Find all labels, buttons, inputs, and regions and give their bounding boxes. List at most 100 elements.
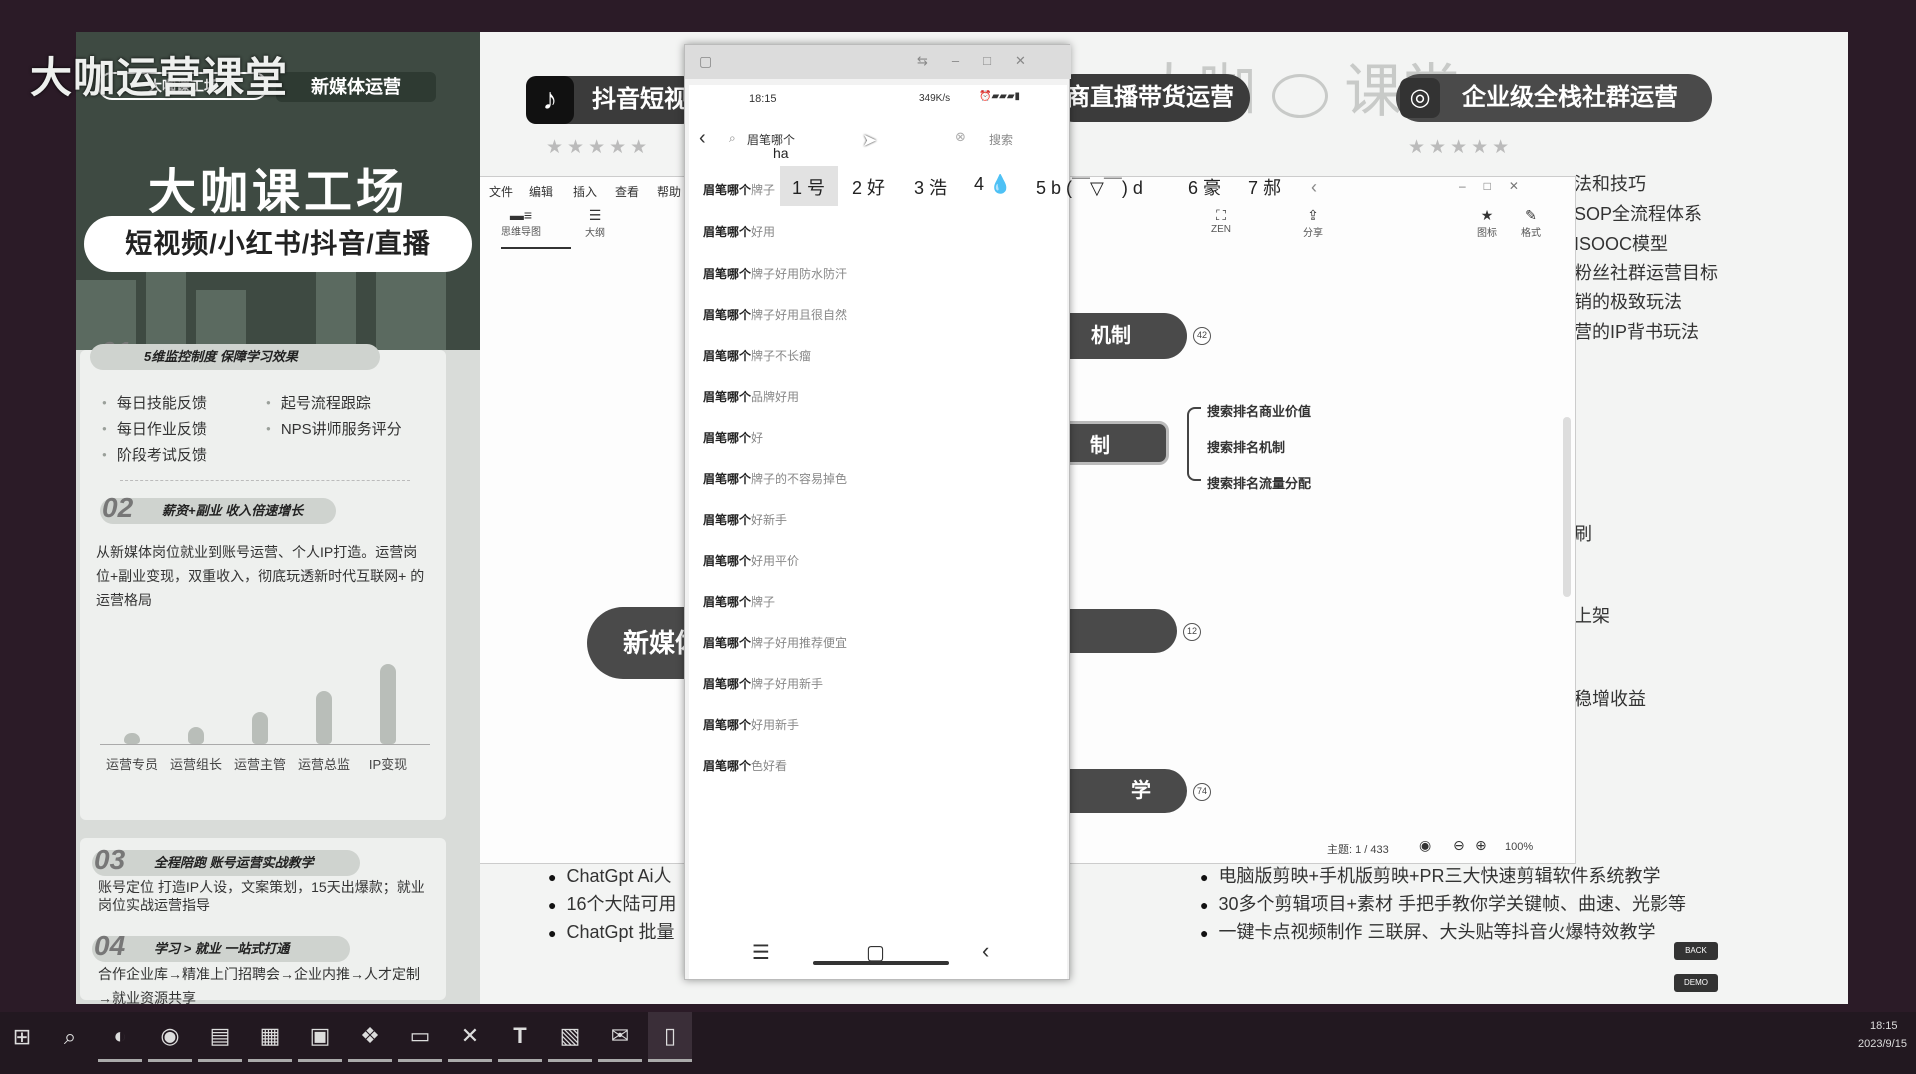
- section-title: 学习 > 就业 一站式打通: [92, 936, 350, 962]
- suggestion-match: 眉笔哪个: [703, 513, 752, 527]
- app-icon[interactable]: ✕: [448, 1012, 492, 1062]
- leaf-node[interactable]: 搜索排名机制: [1207, 437, 1285, 456]
- suggestion-item[interactable]: 眉笔哪个色好看: [703, 757, 787, 774]
- suggestion-item[interactable]: 眉笔哪个品牌好用: [703, 388, 799, 405]
- tool-icon[interactable]: ★ 图标: [1467, 207, 1507, 239]
- menu-file[interactable]: 文件: [489, 183, 513, 200]
- typora-icon[interactable]: T: [498, 1012, 542, 1062]
- poster-brand-tag: 新媒体运营: [276, 72, 436, 102]
- suggestion-rest: 牌子: [751, 183, 776, 197]
- bullet-item: 阶段考试反馈: [102, 444, 207, 465]
- suggestion-item[interactable]: 眉笔哪个牌子不长瘤: [703, 347, 811, 364]
- suggestion-item[interactable]: 眉笔哪个牌子好用新手: [703, 675, 823, 692]
- zoom-in-button[interactable]: ⊕: [1475, 837, 1487, 854]
- ime-candidate[interactable]: 3 浩: [914, 174, 947, 200]
- banner-community-label: 企业级全栈社群运营: [1462, 84, 1678, 111]
- tool-zen[interactable]: ⛶ ZEN: [1201, 207, 1241, 235]
- clear-icon[interactable]: ⊗: [955, 129, 966, 145]
- clock-date[interactable]: 2023/9/15: [1858, 1038, 1907, 1050]
- back-arrow-icon[interactable]: ‹: [699, 127, 706, 150]
- leaf-node[interactable]: 搜索排名流量分配: [1207, 473, 1311, 492]
- node-count-badge[interactable]: 12: [1183, 623, 1201, 641]
- section-number: 03: [94, 844, 126, 875]
- suggestion-rest: 牌子的不容易掉色: [751, 472, 848, 486]
- course-banner-douyin: ♪ 抖音短视: [526, 76, 706, 124]
- clock-time[interactable]: 18:15: [1870, 1020, 1898, 1032]
- suggestion-item[interactable]: 眉笔哪个牌子好用防水防汗: [703, 265, 847, 282]
- mail-icon[interactable]: ✉: [598, 1012, 642, 1062]
- folder-icon[interactable]: ▭: [398, 1012, 442, 1062]
- suggestion-item[interactable]: 眉笔哪个好用新手: [703, 716, 799, 733]
- suggestion-item[interactable]: 眉笔哪个好新手: [703, 511, 787, 528]
- demo-mini-button[interactable]: DEMO: [1674, 974, 1718, 992]
- right-list-item: 销的极致玩法: [1574, 292, 1682, 312]
- suggestion-item[interactable]: 眉笔哪个牌子: [703, 181, 775, 198]
- search-icon[interactable]: ⌕: [48, 1012, 92, 1062]
- back-nav-icon[interactable]: ‹: [982, 938, 989, 964]
- suggestion-match: 眉笔哪个: [703, 554, 752, 568]
- app-icon[interactable]: ▤: [198, 1012, 242, 1062]
- dashed-divider: [120, 480, 410, 481]
- tool-zen-label: ZEN: [1211, 224, 1231, 235]
- tool-format[interactable]: ✎ 格式: [1511, 207, 1551, 239]
- tool-share-label: 分享: [1303, 228, 1323, 239]
- right-mid-item: 上架: [1574, 606, 1610, 626]
- section-title: 薪资+副业 收入倍速增长: [100, 498, 336, 524]
- menu-nav-icon[interactable]: ☰: [752, 940, 770, 965]
- suggestion-item[interactable]: 眉笔哪个牌子: [703, 593, 775, 610]
- node-ranking[interactable]: 制: [1067, 421, 1169, 465]
- node-mechanism[interactable]: 机制: [1067, 313, 1187, 359]
- zoom-level[interactable]: 100%: [1505, 841, 1533, 853]
- suggestion-item[interactable]: 眉笔哪个好用: [703, 223, 775, 240]
- suggestion-item[interactable]: 眉笔哪个牌子好用且很自然: [703, 306, 847, 323]
- salary-bar-chart: 运营专员 运营组长 运营主管 运营总监 IP变现: [80, 650, 446, 800]
- suggestion-item[interactable]: 眉笔哪个好用平价: [703, 552, 799, 569]
- pinyin-composition: ha: [773, 145, 789, 161]
- zoom-out-button[interactable]: ⊖: [1453, 837, 1465, 854]
- ime-candidate[interactable]: 6 豪: [1188, 174, 1221, 200]
- excel-icon[interactable]: ▧: [548, 1012, 592, 1062]
- tool-share[interactable]: ⇪ 分享: [1293, 207, 1333, 239]
- ime-candidate[interactable]: 4 💧: [974, 174, 1011, 195]
- menu-help[interactable]: 帮助: [657, 183, 681, 200]
- ime-candidate[interactable]: 5 b (￣▽￣) d: [1036, 174, 1143, 200]
- brush-icon: ✎: [1525, 207, 1537, 223]
- menu-edit[interactable]: 编辑: [529, 183, 553, 200]
- window-buttons[interactable]: ⇆–□✕: [917, 53, 1050, 69]
- node-count-badge[interactable]: 74: [1193, 783, 1211, 801]
- suggestion-rest: 牌子: [751, 595, 776, 609]
- search-button[interactable]: 搜索: [989, 131, 1013, 148]
- app-icon[interactable]: ❖: [348, 1012, 392, 1062]
- tool-outline[interactable]: ☰ 大纲: [575, 207, 615, 239]
- eye-icon[interactable]: ◉: [1419, 837, 1431, 854]
- suggestion-item[interactable]: 眉笔哪个牌子好用推荐便宜: [703, 634, 847, 651]
- suggestion-rest: 好用新手: [751, 718, 800, 732]
- course-banner-live: 商直播带货运营: [1050, 74, 1250, 122]
- tool-mindmap[interactable]: ▬≡ 思维导图: [501, 207, 541, 238]
- suggestion-match: 眉笔哪个: [703, 349, 752, 363]
- chart-bar-label: 运营组长: [169, 757, 222, 772]
- ime-candidate[interactable]: 1 号: [792, 174, 825, 200]
- poster-title: 大咖课工场: [147, 166, 408, 219]
- ime-candidate[interactable]: 7 郝: [1248, 174, 1281, 200]
- app-icon[interactable]: ▦: [248, 1012, 292, 1062]
- node-c[interactable]: [1067, 609, 1177, 653]
- edge-icon[interactable]: ◐: [98, 1012, 142, 1062]
- outline-icon: ☰: [588, 207, 602, 223]
- chrome-icon[interactable]: ◉: [148, 1012, 192, 1062]
- suggestion-item[interactable]: 眉笔哪个好: [703, 429, 763, 446]
- chart-bar: [124, 733, 140, 744]
- node-count-badge[interactable]: 42: [1193, 327, 1211, 345]
- node-teaching[interactable]: 学: [1067, 769, 1187, 813]
- leaf-node[interactable]: 搜索排名商业价值: [1207, 401, 1311, 420]
- home-nav-icon[interactable]: ▢: [866, 940, 885, 965]
- back-mini-button[interactable]: BACK: [1674, 942, 1718, 960]
- menu-insert[interactable]: 插入: [573, 183, 597, 200]
- photo-icon[interactable]: ▣: [298, 1012, 342, 1062]
- ime-candidate[interactable]: 2 好: [852, 174, 885, 200]
- menu-view[interactable]: 查看: [615, 183, 639, 200]
- phone-mirror-icon[interactable]: ▯: [648, 1012, 692, 1062]
- suggestion-item[interactable]: 眉笔哪个牌子的不容易掉色: [703, 470, 847, 487]
- scrollbar[interactable]: [1563, 417, 1571, 597]
- windows-icon[interactable]: ⊞: [0, 1012, 44, 1062]
